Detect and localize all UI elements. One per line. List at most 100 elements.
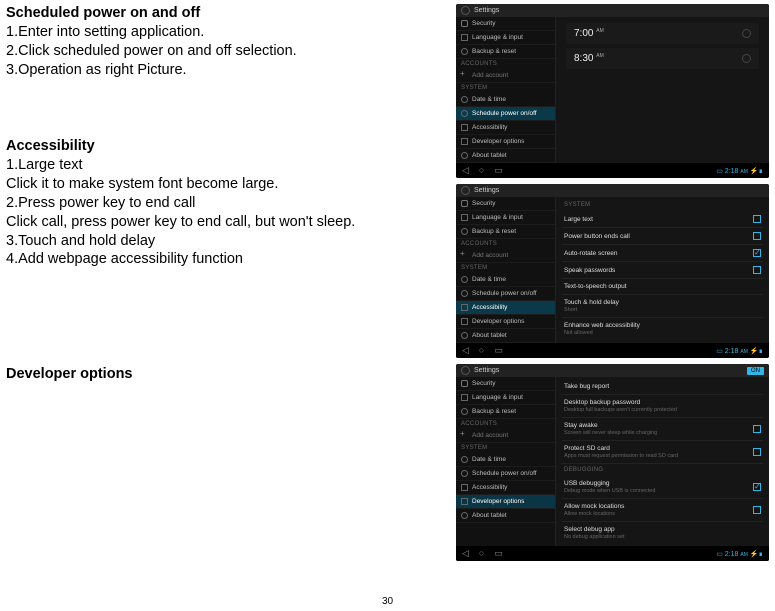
row-mock-locations[interactable]: Allow mock locationsAllow mock locations: [562, 499, 763, 522]
backup-icon: [461, 228, 468, 235]
row-speak-passwords[interactable]: Speak passwords: [562, 262, 763, 279]
settings-title: Settings: [474, 187, 499, 194]
row-power-end-call[interactable]: Power button ends call: [562, 228, 763, 245]
sidebar-item-about[interactable]: About tablet: [456, 149, 555, 163]
checkbox-icon[interactable]: [753, 232, 761, 240]
sidebar-item-backup[interactable]: Backup & reset: [456, 225, 555, 239]
sidebar-item-developer[interactable]: Developer options: [456, 315, 555, 329]
row-bug-report[interactable]: Take bug report: [562, 379, 763, 395]
settings-sidebar: Security Language & input Backup & reset…: [456, 377, 556, 546]
settings-sidebar: Security Language & input Backup & reset…: [456, 197, 556, 343]
sidebar-section-system: SYSTEM: [456, 443, 555, 453]
sidebar-section-accounts: ACCOUNTS: [456, 419, 555, 429]
checkbox-icon[interactable]: [753, 266, 761, 274]
sidebar-item-about[interactable]: About tablet: [456, 329, 555, 343]
status-clock: ▭ 2:18 AM ⚡∎: [716, 347, 763, 355]
braces-icon: [461, 498, 468, 505]
shield-icon: [461, 380, 468, 387]
checkbox-icon[interactable]: [753, 425, 761, 433]
home-icon[interactable]: ○: [479, 549, 484, 558]
plus-icon: [461, 72, 468, 79]
screenshots-column: Settings Security Language & input Backu…: [456, 4, 769, 561]
sidebar-item-schedule-power[interactable]: Schedule power on/off: [456, 467, 555, 481]
body-line: Click it to make system font become larg…: [6, 175, 448, 194]
sidebar-item-developer[interactable]: Developer options: [456, 135, 555, 149]
sidebar-item-language[interactable]: Language & input: [456, 211, 555, 225]
power-icon: [461, 110, 468, 117]
info-icon: [461, 332, 468, 339]
row-stay-awake[interactable]: Stay awakeScreen will never sleep while …: [562, 418, 763, 441]
screenshot-developer-options: Settings ON Security Language & input Ba…: [456, 364, 769, 561]
sidebar-item-add-account[interactable]: Add account: [456, 429, 555, 443]
back-icon[interactable]: ◁: [462, 166, 469, 175]
settings-header: Settings: [456, 184, 769, 197]
settings-header: Settings: [456, 4, 769, 17]
settings-icon: [461, 186, 470, 195]
sidebar-item-language[interactable]: Language & input: [456, 391, 555, 405]
recents-icon[interactable]: ▭: [494, 549, 503, 558]
sidebar-section-accounts: ACCOUNTS: [456, 59, 555, 69]
section-heading-scheduled-power: Scheduled power on and off: [6, 4, 448, 23]
braces-icon: [461, 318, 468, 325]
checkbox-icon[interactable]: [753, 448, 761, 456]
home-icon[interactable]: ○: [479, 166, 484, 175]
sidebar-item-schedule-power[interactable]: Schedule power on/off: [456, 107, 555, 121]
checkbox-icon[interactable]: [753, 215, 761, 223]
row-protect-sd[interactable]: Protect SD cardApps must request permiss…: [562, 441, 763, 464]
checkbox-icon[interactable]: [753, 483, 761, 491]
back-icon[interactable]: ◁: [462, 346, 469, 355]
detail-pane: Take bug report Desktop backup passwordD…: [556, 377, 769, 546]
body-line: 4.Add webpage accessibility function: [6, 250, 448, 269]
row-touch-hold-delay[interactable]: Touch & hold delayShort: [562, 295, 763, 318]
hand-icon: [461, 484, 468, 491]
sidebar-item-security[interactable]: Security: [456, 377, 555, 391]
body-line: Click call, press power key to end call,…: [6, 213, 448, 232]
sidebar-item-backup[interactable]: Backup & reset: [456, 45, 555, 59]
sidebar-item-date-time[interactable]: Date & time: [456, 273, 555, 287]
sidebar-item-developer[interactable]: Developer options: [456, 495, 555, 509]
row-tts-output[interactable]: Text-to-speech output: [562, 279, 763, 295]
sidebar-item-about[interactable]: About tablet: [456, 509, 555, 523]
row-enhance-web[interactable]: Enhance web accessibilityNot allowed: [562, 318, 763, 340]
on-toggle[interactable]: ON: [747, 367, 764, 375]
sidebar-item-accessibility[interactable]: Accessibility: [456, 481, 555, 495]
back-icon[interactable]: ◁: [462, 549, 469, 558]
row-large-text[interactable]: Large text: [562, 211, 763, 228]
toggle-icon[interactable]: [742, 54, 751, 63]
sidebar-item-accessibility[interactable]: Accessibility: [456, 121, 555, 135]
schedule-off-row[interactable]: 8:30 AM: [566, 48, 759, 69]
page-number: 30: [0, 596, 775, 607]
sidebar-item-date-time[interactable]: Date & time: [456, 93, 555, 107]
sidebar-item-backup[interactable]: Backup & reset: [456, 405, 555, 419]
row-backup-password[interactable]: Desktop backup passwordDesktop full back…: [562, 395, 763, 418]
checkbox-icon[interactable]: [753, 506, 761, 514]
sidebar-item-date-time[interactable]: Date & time: [456, 453, 555, 467]
row-auto-rotate[interactable]: Auto-rotate screen: [562, 245, 763, 262]
sidebar-item-security[interactable]: Security: [456, 17, 555, 31]
backup-icon: [461, 48, 468, 55]
sidebar-item-schedule-power[interactable]: Schedule power on/off: [456, 287, 555, 301]
row-select-debug-app[interactable]: Select debug appNo debug application set: [562, 522, 763, 544]
detail-section-debugging: DEBUGGING: [562, 464, 763, 476]
status-clock: ▭ 2:18 AM ⚡∎: [716, 167, 763, 175]
clock-icon: [461, 96, 468, 103]
sidebar-item-accessibility[interactable]: Accessibility: [456, 301, 555, 315]
settings-icon: [461, 366, 470, 375]
home-icon[interactable]: ○: [479, 346, 484, 355]
checkbox-icon[interactable]: [753, 249, 761, 257]
settings-sidebar: Security Language & input Backup & reset…: [456, 17, 556, 163]
body-line: 2.Press power key to end call: [6, 194, 448, 213]
sidebar-item-add-account[interactable]: Add account: [456, 69, 555, 83]
recents-icon[interactable]: ▭: [494, 346, 503, 355]
clock-icon: [461, 456, 468, 463]
toggle-icon[interactable]: [742, 29, 751, 38]
document-text-column: Scheduled power on and off 1.Enter into …: [6, 4, 456, 561]
language-icon: [461, 34, 468, 41]
row-usb-debugging[interactable]: USB debuggingDebug mode when USB is conn…: [562, 476, 763, 499]
info-icon: [461, 152, 468, 159]
recents-icon[interactable]: ▭: [494, 166, 503, 175]
sidebar-item-security[interactable]: Security: [456, 197, 555, 211]
sidebar-item-add-account[interactable]: Add account: [456, 249, 555, 263]
schedule-on-row[interactable]: 7:00 AM: [566, 23, 759, 44]
sidebar-item-language[interactable]: Language & input: [456, 31, 555, 45]
